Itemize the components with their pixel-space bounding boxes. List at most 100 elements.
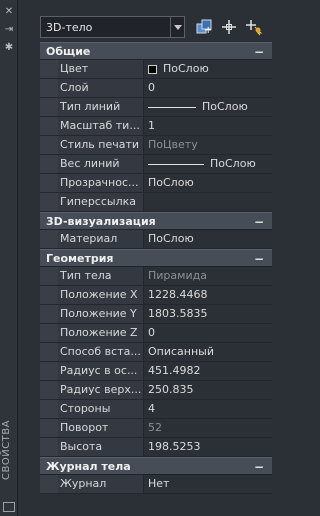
settings-icon[interactable]: ✱ <box>3 42 15 54</box>
property-name: Положение X <box>58 286 144 304</box>
collapse-icon[interactable]: − <box>254 252 264 266</box>
property-value-text: Описанный <box>148 345 215 358</box>
panel-icon[interactable] <box>3 502 15 512</box>
property-value[interactable]: ПоСлою <box>144 60 272 78</box>
property-value[interactable]: ПоСлою <box>144 230 272 248</box>
properties-toolbar: 3D-тело + <box>40 16 272 40</box>
property-value[interactable]: 0 <box>144 79 272 97</box>
chevron-down-icon[interactable] <box>170 17 184 37</box>
pin-icon[interactable]: ⇥ <box>3 24 15 36</box>
properties-panel: 3D-тело + Общие − Цвет ПоСлою Слой 0 Тип… <box>36 8 272 513</box>
property-row[interactable]: Прозрачнос... ПоСлою <box>40 174 272 193</box>
property-name: Гиперссылка <box>58 193 144 211</box>
row-gutter <box>40 60 58 78</box>
property-row[interactable]: Цвет ПоСлою <box>40 60 272 79</box>
property-value-text: 0 <box>148 81 155 94</box>
property-value[interactable]: 198.5253 <box>144 438 272 456</box>
property-row[interactable]: Положение X 1228.4468 <box>40 286 272 305</box>
row-gutter <box>40 98 58 116</box>
property-row[interactable]: Слой 0 <box>40 79 272 98</box>
select-objects-icon[interactable] <box>220 18 238 36</box>
property-name: Слой <box>58 79 144 97</box>
property-value[interactable]: 250.835 <box>144 381 272 399</box>
color-swatch-icon <box>148 64 157 74</box>
property-value[interactable]: ПоСлою <box>144 174 272 192</box>
property-value-text: ПоСлою <box>202 100 248 113</box>
property-name: Тип тела <box>58 267 144 285</box>
row-gutter <box>40 286 58 304</box>
property-row[interactable]: Способ вста... Описанный <box>40 343 272 362</box>
property-value-text: Пирамида <box>148 269 207 282</box>
property-row[interactable]: Материал ПоСлою <box>40 230 272 249</box>
property-name: Положение Z <box>58 324 144 342</box>
section-title: 3D-визуализация <box>46 214 156 228</box>
row-gutter <box>40 136 58 154</box>
property-value[interactable]: 451.4982 <box>144 362 272 380</box>
property-row[interactable]: Радиус в ос... 451.4982 <box>40 362 272 381</box>
section-header[interactable]: Геометрия − <box>40 249 272 267</box>
linetype-sample-icon <box>148 163 204 165</box>
property-name: Высота <box>58 438 144 456</box>
property-row[interactable]: Стиль печати ПоЦвету <box>40 136 272 155</box>
palette-title: СВОЙСТВА <box>1 420 12 480</box>
row-gutter <box>40 174 58 192</box>
row-gutter <box>40 193 58 211</box>
close-icon[interactable]: ✕ <box>3 6 15 18</box>
row-gutter <box>40 117 58 135</box>
section-header[interactable]: Общие − <box>40 42 272 60</box>
property-name: Журнал <box>58 475 144 493</box>
row-gutter <box>40 362 58 380</box>
property-row[interactable]: Положение Z 0 <box>40 324 272 343</box>
property-value[interactable]: Пирамида <box>144 267 272 285</box>
property-name: Цвет <box>58 60 144 78</box>
property-name: Способ вста... <box>58 343 144 361</box>
property-value[interactable]: ПоСлою <box>144 155 272 173</box>
property-value-text: 198.5253 <box>148 440 201 453</box>
property-value-text: 1803.5835 <box>148 307 208 320</box>
property-row[interactable]: Тип тела Пирамида <box>40 267 272 286</box>
property-row[interactable]: Стороны 4 <box>40 400 272 419</box>
property-value[interactable] <box>144 193 272 211</box>
property-grid: Общие − Цвет ПоСлою Слой 0 Тип линий ПоСлою Масш… <box>40 42 272 494</box>
property-value[interactable]: 52 <box>144 419 272 437</box>
property-value[interactable]: 1228.4468 <box>144 286 272 304</box>
row-gutter <box>40 230 58 248</box>
collapse-icon[interactable]: − <box>254 45 264 59</box>
property-value[interactable]: 4 <box>144 400 272 418</box>
object-type-select[interactable]: 3D-тело <box>40 16 185 38</box>
property-row[interactable]: Журнал Нет <box>40 475 272 494</box>
property-value[interactable]: Нет <box>144 475 272 493</box>
object-type-value: 3D-тело <box>46 20 93 34</box>
property-value-text: 52 <box>148 421 162 434</box>
toggle-pickadd-icon[interactable]: + <box>195 18 213 36</box>
section-header[interactable]: Журнал тела − <box>40 457 272 475</box>
property-value[interactable]: ПоЦвету <box>144 136 272 154</box>
row-gutter <box>40 438 58 456</box>
property-row[interactable]: Вес линий ПоСлою <box>40 155 272 174</box>
property-row[interactable]: Высота 198.5253 <box>40 438 272 457</box>
property-name: Стиль печати <box>58 136 144 154</box>
collapse-icon[interactable]: − <box>254 215 264 229</box>
property-row[interactable]: Радиус верх... 250.835 <box>40 381 272 400</box>
quick-select-icon[interactable] <box>245 18 263 36</box>
property-value-text: 1228.4468 <box>148 288 208 301</box>
section-header[interactable]: 3D-визуализация − <box>40 212 272 230</box>
collapse-icon[interactable]: − <box>254 460 264 474</box>
property-value[interactable]: 1803.5835 <box>144 305 272 323</box>
property-row[interactable]: Положение Y 1803.5835 <box>40 305 272 324</box>
property-name: Масштаб ти... <box>58 117 144 135</box>
property-row[interactable]: Поворот 52 <box>40 419 272 438</box>
property-value[interactable]: 0 <box>144 324 272 342</box>
property-value[interactable]: Описанный <box>144 343 272 361</box>
property-value-text: ПоСлою <box>148 176 194 189</box>
property-value-text: ПоСлою <box>163 62 209 75</box>
property-row[interactable]: Тип линий ПоСлою <box>40 98 272 117</box>
property-value-text: ПоЦвету <box>148 138 198 151</box>
row-gutter <box>40 343 58 361</box>
property-value[interactable]: 1 <box>144 117 272 135</box>
property-row[interactable]: Масштаб ти... 1 <box>40 117 272 136</box>
row-gutter <box>40 79 58 97</box>
property-value[interactable]: ПоСлою <box>144 98 272 116</box>
property-name: Тип линий <box>58 98 144 116</box>
property-row[interactable]: Гиперссылка <box>40 193 272 212</box>
